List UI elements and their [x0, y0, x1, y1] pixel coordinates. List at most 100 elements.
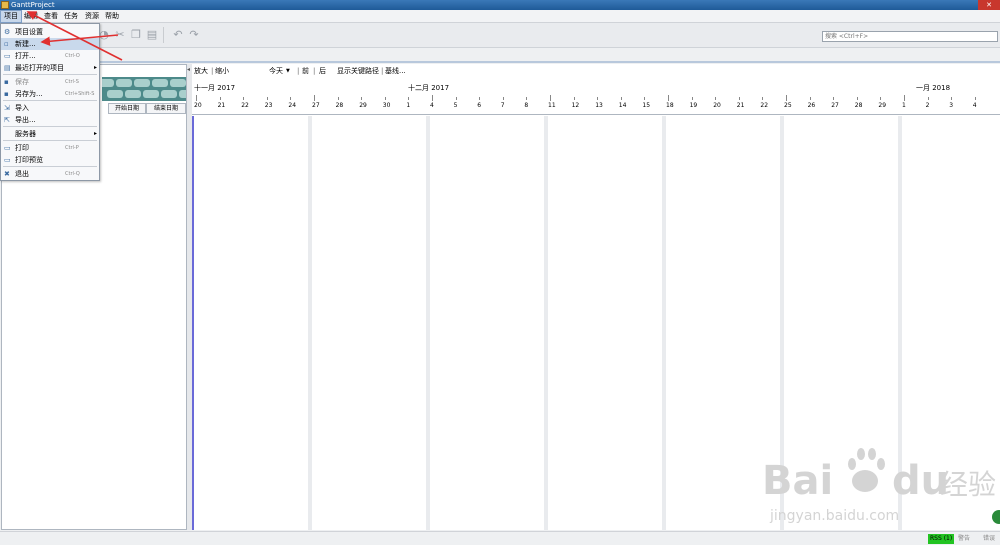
status-warnings[interactable]: 警告: [958, 534, 970, 544]
ruler-tick: [573, 97, 575, 100]
ruler-tick: [927, 97, 929, 100]
month-label: 十二月 2017: [408, 84, 450, 92]
menu-item-save-as[interactable]: ▪ 另存为... Ctrl+Shift-S: [1, 88, 99, 100]
zoom-out-link[interactable]: 缩小: [215, 64, 229, 78]
copy-icon[interactable]: ❐: [130, 29, 142, 41]
day-label: 4: [972, 102, 977, 109]
import-icon: ⇲: [4, 104, 10, 112]
annotation-arrows: [26, 11, 123, 61]
ruler-tick: [644, 97, 646, 100]
day-label: 29: [878, 102, 887, 109]
paste-icon[interactable]: ▤: [146, 29, 158, 41]
day-label: 6: [477, 102, 482, 109]
watermark-text: 经验: [940, 468, 996, 501]
menu-item-label: 打印预览: [15, 156, 43, 164]
menu-item-server[interactable]: 服务器 ▸: [1, 128, 99, 140]
menu-item-exit[interactable]: ✖ 退出 Ctrl-Q: [1, 168, 99, 180]
menu-item-shortcut: Ctrl-Q: [65, 171, 80, 177]
exit-icon: ✖: [4, 170, 10, 178]
menu-item-save: ▪ 保存 Ctrl-S: [1, 76, 99, 88]
today-marker: [192, 116, 194, 530]
menu-item-label: 导入: [15, 104, 29, 112]
collapse-left-icon[interactable]: ◂: [187, 66, 190, 73]
annotation-arrow-to-new: [40, 34, 119, 47]
menu-item-export[interactable]: ⇱ 导出...: [1, 114, 99, 126]
search-input[interactable]: [825, 32, 997, 41]
gantt-toolbar-separator: |: [381, 67, 384, 75]
status-errors[interactable]: 错误: [983, 534, 995, 544]
paw-logo-icon: [848, 448, 885, 492]
next-link[interactable]: 后: [319, 64, 326, 78]
ruler-tick: [620, 97, 622, 100]
day-label: 18: [666, 102, 674, 109]
ruler-tick: [597, 97, 599, 100]
day-label: 3: [949, 102, 954, 109]
redo-icon[interactable]: ↷: [188, 29, 200, 41]
undo-icon[interactable]: ↶: [172, 29, 184, 41]
save-as-icon: ▪: [4, 90, 9, 98]
day-label: 1: [406, 102, 411, 109]
day-label: 5: [453, 102, 458, 109]
recent-projects-icon: ▤: [4, 64, 11, 72]
watermark-url: jingyan.baidu.com: [769, 508, 899, 524]
today-chevron-down-icon[interactable]: ▼: [286, 64, 290, 78]
print-preview-icon: ▭: [4, 156, 11, 164]
weekend-band: [662, 116, 666, 530]
ruler-tick: [951, 97, 953, 100]
weekend-band: [544, 116, 548, 530]
watermark-text: Bai: [762, 458, 833, 504]
day-label: 15: [642, 102, 651, 109]
rss-badge[interactable]: RSS (1): [928, 534, 955, 544]
month-label: 十一月 2017: [194, 84, 236, 92]
close-window-button[interactable]: ✕: [978, 0, 1000, 10]
day-label: 12: [571, 102, 580, 109]
ruler-tick: [809, 97, 811, 100]
ruler-tick: [502, 97, 504, 100]
day-label: 2: [925, 102, 930, 109]
column-header-end-date[interactable]: 结束日期: [146, 103, 186, 114]
weekend-band: [308, 116, 312, 530]
menu-item-label: 保存: [15, 78, 29, 86]
menu-item-label: 导出...: [15, 116, 36, 124]
ruler-tick: [384, 97, 386, 100]
ruler-tick: [526, 97, 528, 100]
menu-separator: [3, 100, 97, 101]
tab-strip: [0, 48, 1000, 62]
menu-item-import[interactable]: ⇲ 导入: [1, 102, 99, 114]
search-field[interactable]: [822, 31, 998, 42]
day-label: 19: [689, 102, 698, 109]
day-label: 20: [713, 102, 721, 109]
day-label: 13: [595, 102, 603, 109]
menu-separator: [3, 74, 97, 75]
ruler-tick: [290, 97, 292, 100]
ruler-tick: [337, 97, 339, 100]
menu-item-print[interactable]: ▭ 打印 Ctrl-P: [1, 142, 99, 154]
today-dropdown[interactable]: 今天: [269, 64, 283, 78]
critical-path-link[interactable]: 显示关键路径: [337, 64, 379, 78]
menu-item-label: 服务器: [15, 130, 36, 138]
day-label: 21: [217, 102, 226, 109]
toolbar-separator: [163, 27, 164, 43]
save-icon: ▪: [4, 78, 9, 86]
day-label: 27: [312, 102, 320, 109]
day-label: 4: [430, 102, 434, 109]
previous-link[interactable]: 前: [302, 64, 309, 78]
zoom-in-link[interactable]: 放大: [194, 64, 208, 78]
ruler-tick: [833, 97, 835, 100]
ruler-tick: [856, 97, 858, 100]
day-label: 24: [288, 102, 297, 109]
weekend-band: [426, 116, 430, 530]
export-icon: ⇱: [4, 116, 10, 124]
column-header-start-date[interactable]: 开始日期: [108, 103, 146, 114]
ruler-tick: [550, 95, 551, 101]
day-label: 22: [760, 102, 769, 109]
baidu-watermark: Bai du 经验 jingyan.baidu.com: [760, 436, 1000, 526]
ruler-tick: [691, 97, 693, 100]
ruler-tick: [715, 97, 717, 100]
baseline-link[interactable]: 基线...: [385, 64, 406, 78]
day-label: 7: [500, 102, 505, 109]
menu-item-print-preview[interactable]: ▭ 打印预览: [1, 154, 99, 166]
title-bar: GanttProject ✕: [0, 0, 1000, 10]
ruler-tick: [974, 97, 976, 100]
menu-item-label: 退出: [15, 170, 29, 178]
